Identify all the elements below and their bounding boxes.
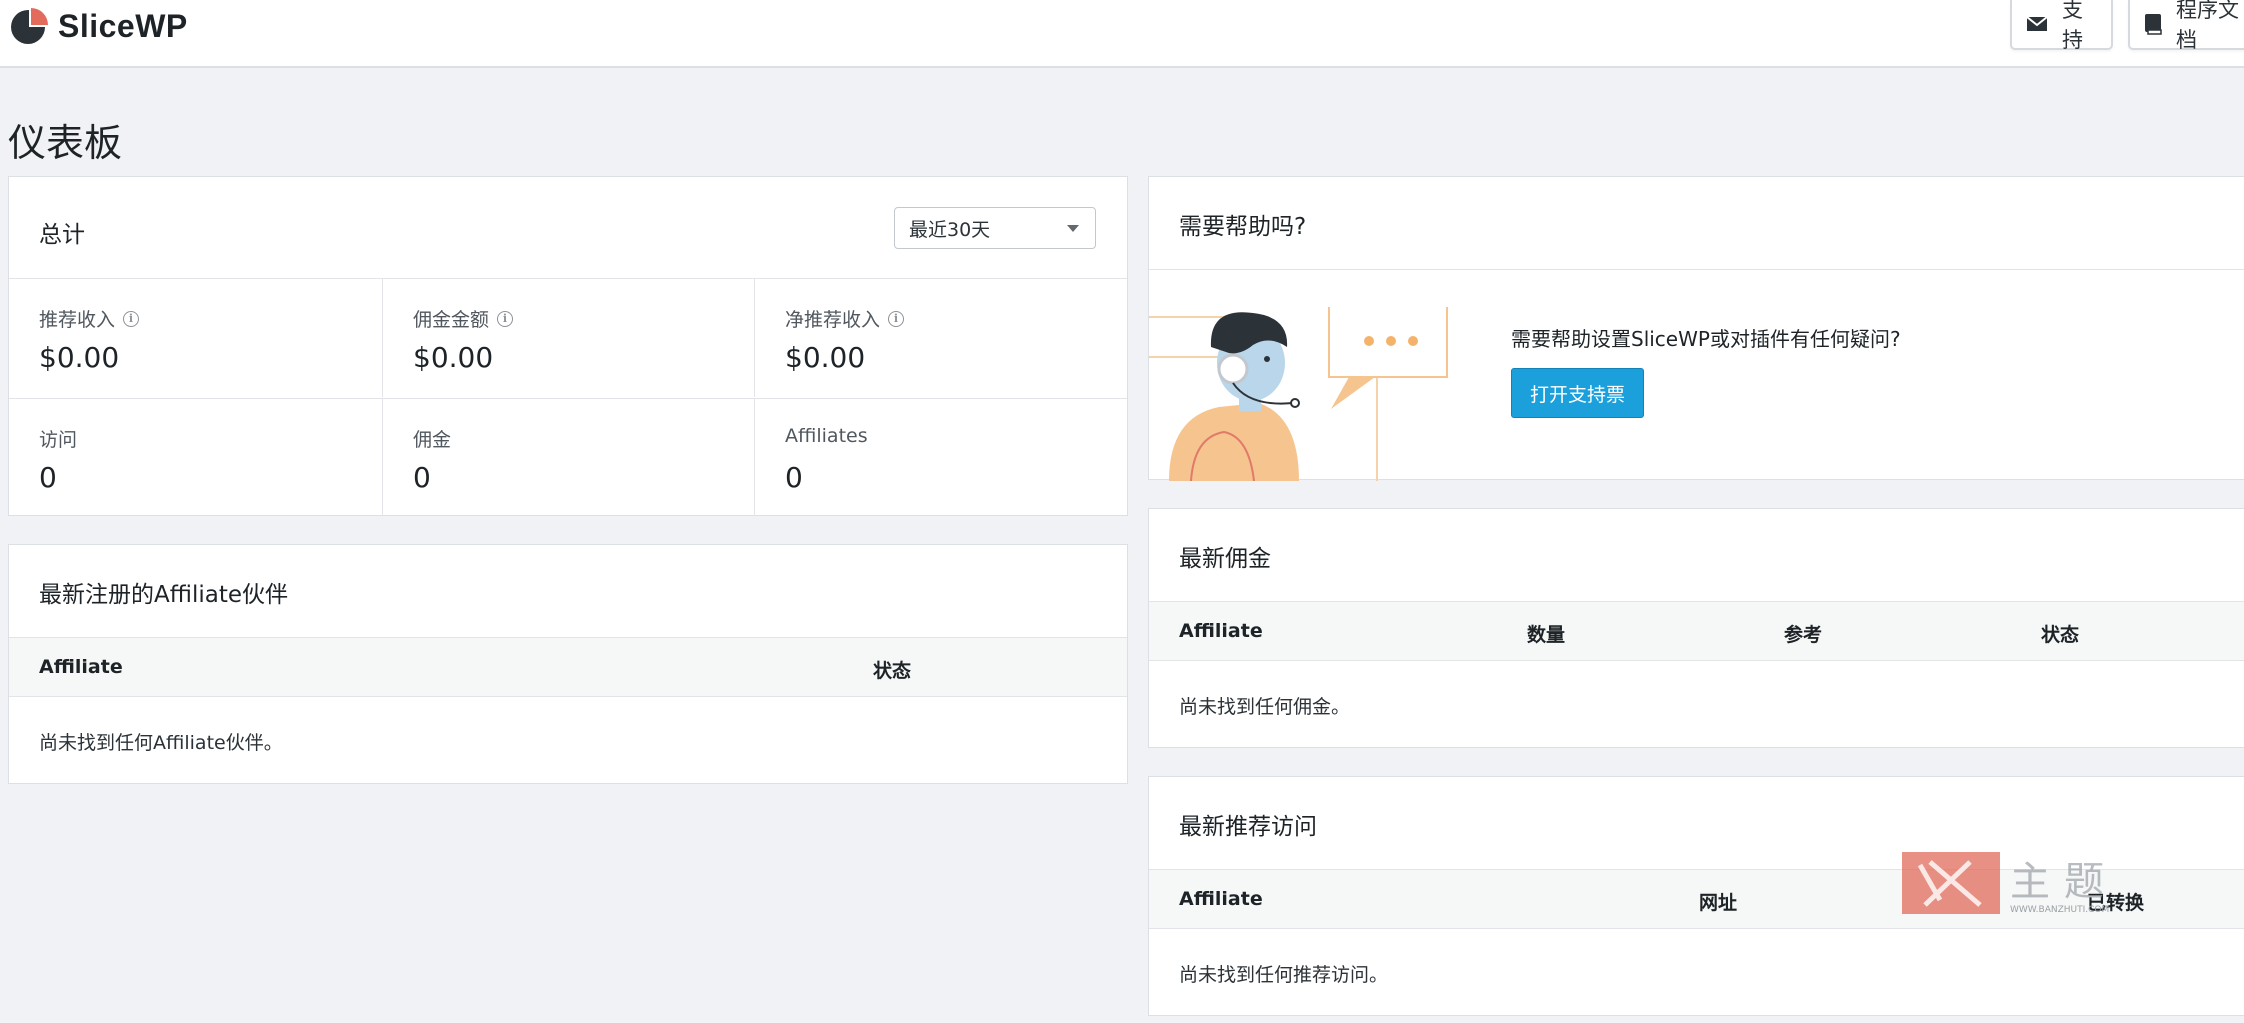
- stat-label: 访问: [39, 429, 78, 451]
- info-icon[interactable]: i: [497, 310, 514, 327]
- stat-label: 净推荐收入: [785, 309, 881, 331]
- column-url: 网址: [1699, 892, 1738, 914]
- stat-value: 0: [785, 461, 803, 494]
- watermark-url: WWW.BANZHUTI.COM: [2010, 905, 2109, 915]
- app-name: SliceWP: [58, 7, 188, 44]
- column-status: 状态: [873, 660, 912, 682]
- latest-affiliates-card: 最新注册的Affiliate伙伴 Affiliate 状态 尚未找到任何Affi…: [8, 544, 1128, 784]
- stat-label: 佣金: [413, 429, 452, 451]
- help-card: 需要帮助吗? 需要帮助设置SliceWP或对插件有任何疑问? 打开支持票: [1148, 176, 2244, 481]
- stat-commission-amount: 佣金金额 i $0.00: [382, 279, 755, 397]
- stat-visits: 访问 0: [9, 398, 382, 516]
- period-select[interactable]: 最近30天: [894, 207, 1096, 249]
- stat-value: $0.00: [39, 341, 120, 374]
- support-label: 支持: [2062, 0, 2083, 52]
- info-icon[interactable]: i: [888, 310, 905, 327]
- page-title: 仪表板: [8, 121, 123, 165]
- docs-button[interactable]: 程序文档: [2128, 0, 2244, 52]
- help-title: 需要帮助吗?: [1179, 214, 1307, 240]
- column-amount: 数量: [1527, 624, 1566, 646]
- latest-commissions-card: 最新佣金 Affiliate 数量 参考 状态 尚未找到任何佣金。: [1148, 508, 2244, 748]
- column-status: 状态: [2041, 624, 2080, 646]
- latest-commissions-title: 最新佣金: [1179, 546, 1271, 572]
- totals-card: 总计 最近30天 推荐收入 i $0.00 佣金金额 i $0.00 净推荐收入 i …: [8, 176, 1128, 516]
- period-value: 最近30天: [909, 218, 991, 241]
- top-bar: SliceWP 支持 程序文档: [0, 0, 2244, 68]
- watermark-logo: 主题 WWW.BANZHUTI.COM: [1902, 852, 2118, 915]
- support-agent-illustration: [1149, 307, 1448, 481]
- stat-value: 0: [39, 461, 57, 494]
- stat-commissions: 佣金 0: [382, 398, 755, 516]
- column-reference: 参考: [1784, 624, 1823, 646]
- logo[interactable]: SliceWP: [8, 6, 188, 46]
- divider: [1149, 269, 2244, 270]
- column-affiliate: Affiliate: [1179, 888, 1263, 910]
- latest-affiliates-title: 最新注册的Affiliate伙伴: [39, 582, 289, 608]
- stat-value: $0.00: [785, 341, 866, 374]
- book-icon: [2144, 13, 2162, 35]
- slicewp-logo-icon: [11, 8, 48, 44]
- stat-net-referral-revenue: 净推荐收入 i $0.00: [754, 279, 1127, 397]
- table-header: Affiliate 状态: [9, 637, 1127, 697]
- stat-label: 推荐收入: [39, 309, 116, 331]
- latest-visits-title: 最新推荐访问: [1179, 814, 1317, 840]
- stat-referral-revenue: 推荐收入 i $0.00: [9, 279, 382, 397]
- stat-value: $0.00: [413, 341, 494, 374]
- totals-title: 总计: [39, 222, 85, 248]
- support-button[interactable]: 支持: [2010, 0, 2113, 52]
- open-support-ticket-button[interactable]: 打开支持票: [1511, 368, 1644, 418]
- empty-message: 尚未找到任何佣金。: [1179, 696, 1351, 718]
- info-icon[interactable]: i: [123, 310, 140, 327]
- empty-message: 尚未找到任何Affiliate伙伴。: [39, 732, 283, 754]
- column-affiliate: Affiliate: [39, 656, 123, 678]
- empty-message: 尚未找到任何推荐访问。: [1179, 964, 1389, 986]
- table-header: Affiliate 数量 参考 状态: [1149, 601, 2244, 661]
- stat-label: 佣金金额: [413, 309, 490, 331]
- watermark-text: 主题: [2010, 859, 2118, 905]
- chevron-down-icon: [1067, 225, 1079, 232]
- stat-value: 0: [413, 461, 431, 494]
- help-question: 需要帮助设置SliceWP或对插件有任何疑问?: [1511, 327, 1901, 351]
- stat-label: Affiliates: [785, 425, 868, 447]
- docs-label: 程序文档: [2176, 0, 2239, 52]
- stat-affiliates: Affiliates 0: [754, 398, 1127, 516]
- envelope-icon: [2026, 16, 2048, 32]
- stats-grid: 推荐收入 i $0.00 佣金金额 i $0.00 净推荐收入 i $0.00 访问 …: [9, 278, 1127, 516]
- column-affiliate: Affiliate: [1179, 620, 1263, 642]
